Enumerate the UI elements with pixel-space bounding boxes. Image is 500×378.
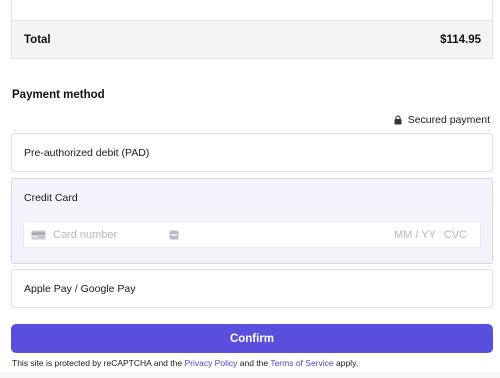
legal-middle: and the (239, 358, 269, 368)
payment-option-wallet-label: Apple Pay / Google Pay (24, 283, 136, 295)
card-input-group[interactable]: Card number MM / YY CVC (23, 221, 481, 248)
credit-card-icon (31, 230, 46, 240)
order-summary-row (11, 0, 493, 20)
total-value: $114.95 (440, 33, 481, 46)
total-row: Total $114.95 (11, 20, 493, 59)
privacy-policy-link[interactable]: Privacy Policy (184, 358, 237, 368)
total-label: Total (24, 33, 51, 46)
secured-payment-label: Secured payment (407, 114, 490, 126)
card-number-input[interactable]: Card number (53, 229, 117, 241)
payment-option-wallet[interactable]: Apple Pay / Google Pay (11, 269, 493, 308)
secured-payment-badge: Secured payment (394, 114, 490, 126)
payment-option-pad[interactable]: Pre-authorized debit (PAD) (11, 133, 493, 172)
terms-of-service-link[interactable]: Terms of Service (270, 358, 333, 368)
confirm-button[interactable]: Confirm (11, 324, 493, 353)
payment-option-card-label: Credit Card (24, 192, 78, 204)
legal-suffix: apply. (336, 358, 359, 368)
payment-option-pad-label: Pre-authorized debit (PAD) (24, 147, 150, 159)
card-cvc-input[interactable]: CVC (444, 229, 467, 241)
recaptcha-notice: This site is protected by reCAPTCHA and … (12, 358, 358, 368)
autofill-icon[interactable] (169, 230, 179, 240)
payment-method-title: Payment method (12, 89, 105, 101)
page-footer-edge (0, 372, 500, 378)
payment-option-credit-card[interactable]: Credit Card Card number MM / YY CVC (11, 178, 493, 264)
lock-icon (394, 115, 402, 125)
legal-prefix: This site is protected by reCAPTCHA and … (12, 358, 183, 368)
card-expiry-input[interactable]: MM / YY (394, 229, 436, 241)
